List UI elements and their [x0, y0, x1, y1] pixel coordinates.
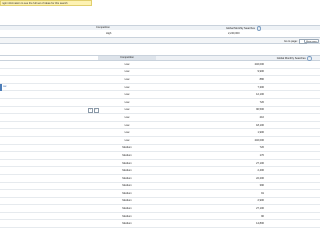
gms-cell: 90,500	[256, 108, 264, 112]
competition-cell: Low	[124, 62, 130, 66]
competition-cell: Low	[124, 93, 130, 97]
table-row[interactable]: Medium 27,100	[0, 160, 320, 168]
table-row[interactable]: Low 12,100	[0, 91, 320, 99]
gms-cell: 91	[261, 191, 264, 195]
competition-cell: Low	[124, 100, 130, 104]
goto-page-label: Go to page:	[284, 40, 298, 44]
table-row[interactable]: Medium 390	[0, 183, 320, 191]
gms-cell: 2,900	[257, 199, 265, 203]
upgrade-banner: ngin information to see the full set of …	[0, 0, 92, 6]
competition-cell: Medium	[122, 153, 132, 157]
column-header-gms-label: Global Monthly Searches	[276, 56, 306, 60]
table-row[interactable]: Medium 14,800	[0, 220, 320, 229]
keyword-table-body: Low 246,000 Low 9,900 Low 880 ow Low 7,300 Lo…	[0, 61, 320, 229]
competition-cell: Low	[124, 123, 130, 127]
gms-cell: 27,100	[256, 161, 264, 165]
table-row[interactable]: Low 720	[0, 99, 320, 107]
help-icon[interactable]: ?	[307, 56, 312, 61]
table-row[interactable]: Medium 170	[0, 152, 320, 160]
competition-cell: Medium	[122, 207, 132, 211]
search-icon[interactable]: ⌕	[88, 107, 93, 113]
table-row[interactable]: Medium 22,200	[0, 175, 320, 183]
table-row[interactable]: ⌕ + Low 90,500	[0, 107, 320, 115]
competition-cell: Medium	[122, 169, 132, 173]
table-row[interactable]: Medium 720	[0, 145, 320, 153]
competition-cell: Medium	[122, 191, 132, 195]
competition-cell: Medium	[122, 214, 132, 218]
competition-cell: Low	[124, 138, 130, 142]
summary-competition-value: High	[106, 32, 112, 35]
gms-cell: 27,100	[256, 207, 264, 211]
banner-text: ngin information to see the full set of …	[2, 2, 68, 5]
gms-cell: 22,200	[256, 176, 264, 180]
table-row[interactable]: Medium 90	[0, 213, 320, 221]
summary-competition-header: Competition	[96, 26, 110, 29]
gms-cell: 246,000	[254, 138, 264, 142]
show-rows-select[interactable]: Show rows:	[304, 38, 319, 43]
competition-cell: Low	[124, 131, 130, 135]
selection-marker	[0, 83, 2, 91]
summary-header-row: Competition Global Monthly Searches ?	[0, 25, 320, 31]
gms-cell: 390	[259, 184, 264, 188]
table-row[interactable]: Medium 2,400	[0, 167, 320, 175]
gms-cell: 2,400	[257, 169, 265, 173]
table-row[interactable]: Low 246,000	[0, 137, 320, 145]
gms-cell: 720	[259, 100, 264, 104]
competition-cell: Low	[124, 70, 130, 74]
competition-cell: Medium	[122, 176, 132, 180]
keyword-link[interactable]: ow	[3, 85, 6, 88]
pagination-bar	[0, 37, 320, 44]
competition-cell: Low	[124, 108, 130, 112]
table-row[interactable]: Low 246,000	[0, 61, 320, 69]
competition-cell: Low	[124, 85, 130, 89]
competition-cell: Medium	[122, 146, 132, 150]
gms-cell: 9,900	[257, 70, 265, 74]
competition-cell: Low	[124, 77, 130, 81]
competition-cell: Low	[124, 115, 130, 119]
help-icon[interactable]: ?	[256, 26, 262, 31]
gms-cell: 12,100	[256, 93, 264, 97]
show-rows-label: Show rows:	[306, 40, 318, 43]
table-row[interactable]: Medium 91	[0, 190, 320, 198]
summary-gms-value: 2,240,000	[228, 32, 240, 35]
column-header-competition[interactable]: Competition	[98, 56, 156, 60]
table-row[interactable]: Low 18,100	[0, 122, 320, 130]
gms-cell: 246,000	[254, 62, 264, 66]
summary-gms-header-label: Global Monthly Searches	[226, 26, 255, 30]
gms-cell: 210	[259, 115, 264, 119]
gms-cell: 170	[259, 153, 264, 157]
gms-cell: 18,100	[256, 123, 264, 127]
table-row[interactable]: Low 210	[0, 114, 320, 122]
table-row[interactable]: Medium 27,100	[0, 205, 320, 213]
gms-cell: 1,900	[257, 131, 265, 135]
table-row[interactable]: Low 880	[0, 76, 320, 84]
competition-cell: Medium	[122, 222, 132, 226]
summary-gms-header: Global Monthly Searches ?	[226, 26, 262, 31]
gms-cell: 880	[259, 77, 264, 81]
competition-cell: Medium	[122, 184, 132, 188]
column-header-gms[interactable]: Global Monthly Searches ?	[156, 56, 320, 61]
gms-cell: 7,300	[257, 85, 265, 89]
table-row[interactable]: Low 9,900	[0, 69, 320, 77]
table-row[interactable]: ow Low 7,300	[0, 83, 320, 92]
competition-cell: Medium	[122, 161, 132, 165]
table-row[interactable]: Low 1,900	[0, 129, 320, 137]
gms-cell: 14,800	[256, 222, 264, 226]
gms-cell: 720	[259, 146, 264, 150]
competition-cell: Medium	[122, 199, 132, 203]
table-row[interactable]: Medium 2,900	[0, 198, 320, 206]
gms-cell: 90	[261, 214, 264, 218]
